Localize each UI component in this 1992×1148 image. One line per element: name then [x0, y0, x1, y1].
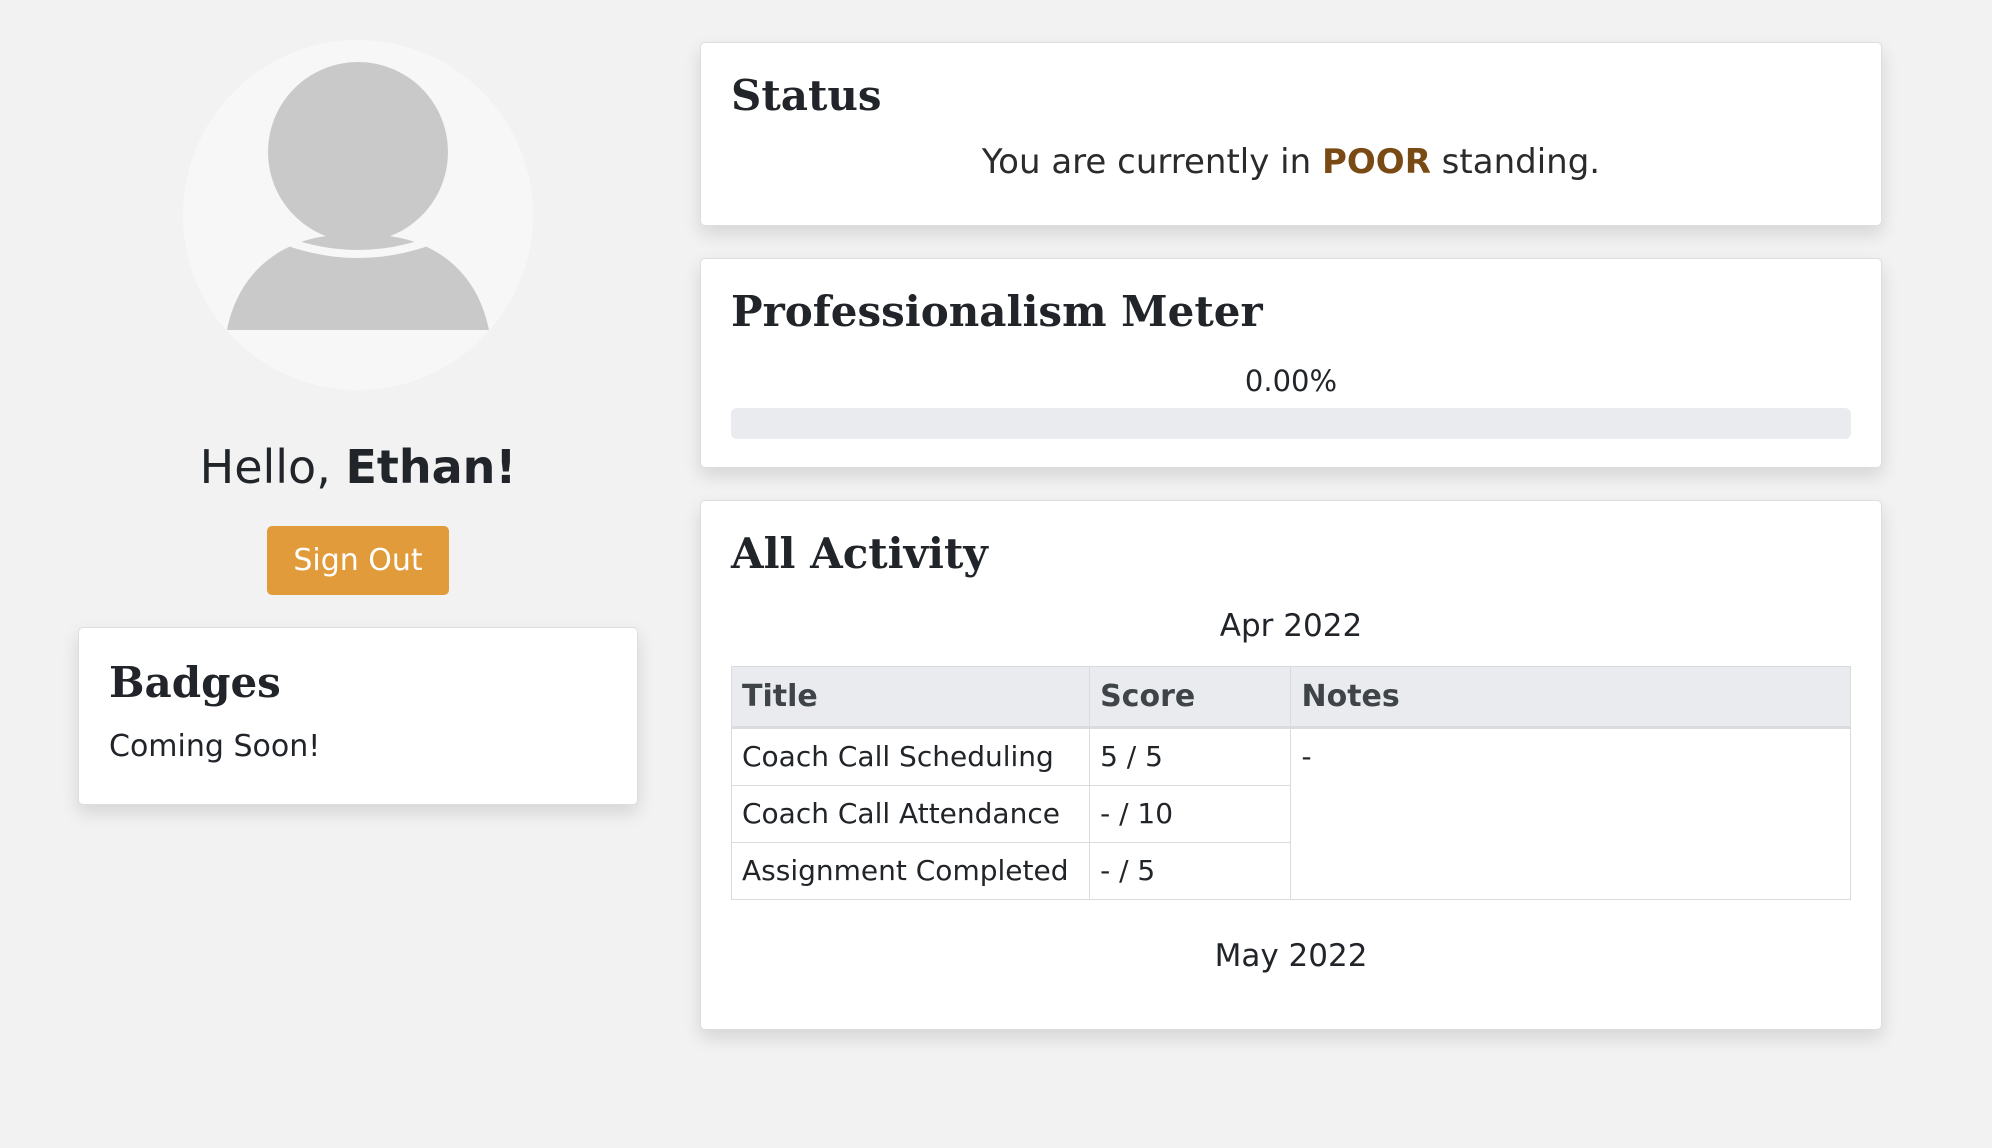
status-level: POOR: [1321, 142, 1431, 182]
row-title: Assignment Completed: [730, 842, 1091, 900]
status-title: Status: [731, 71, 882, 120]
row-score: - / 10: [1089, 785, 1292, 843]
main-column: Status You are currently in POOR standin…: [700, 42, 1882, 1030]
column-header-title: Title: [730, 666, 1091, 729]
row-score: - / 5: [1089, 842, 1292, 900]
profile-column: Hello, Ethan! Sign Out Badges Coming Soo…: [78, 40, 638, 805]
activity-table: Title Score Notes Coach Call Scheduling …: [730, 666, 1851, 900]
professionalism-meter-card: Professionalism Meter 0.00%: [700, 258, 1882, 468]
all-activity-card: All Activity Apr 2022 Title Score Notes …: [700, 500, 1882, 1030]
meter-title: Professionalism Meter: [731, 287, 1263, 336]
activity-title: All Activity: [731, 529, 988, 578]
greeting: Hello, Ethan!: [78, 440, 638, 494]
column-header-notes: Notes: [1290, 666, 1851, 729]
month-heading: Apr 2022: [1219, 608, 1363, 644]
sign-out-button[interactable]: Sign Out: [267, 526, 449, 595]
avatar: [183, 40, 533, 390]
meter-progress-bar: [731, 408, 1851, 439]
user-silhouette-icon: [183, 40, 533, 390]
greeting-prefix: Hello,: [199, 440, 346, 494]
user-name: Ethan!: [345, 440, 517, 494]
row-title: Coach Call Scheduling: [730, 727, 1091, 786]
badges-body: Coming Soon!: [109, 729, 321, 764]
row-score: 5 / 5: [1089, 727, 1292, 786]
month-heading: May 2022: [1214, 938, 1368, 974]
status-text: You are currently in POOR standing.: [731, 142, 1851, 182]
status-text-after: standing.: [1430, 142, 1601, 182]
row-title: Coach Call Attendance: [730, 785, 1091, 843]
column-header-score: Score: [1089, 666, 1292, 729]
table-header-row: Title Score Notes: [730, 666, 1851, 729]
meter-value: 0.00%: [1244, 364, 1338, 398]
row-notes: -: [1290, 727, 1851, 900]
status-card: Status You are currently in POOR standin…: [700, 42, 1882, 226]
badges-card: Badges Coming Soon!: [78, 627, 638, 805]
status-text-before: You are currently in: [981, 142, 1322, 182]
badges-title: Badges: [109, 658, 281, 707]
table-row: Coach Call Scheduling 5 / 5 -: [730, 727, 1851, 900]
